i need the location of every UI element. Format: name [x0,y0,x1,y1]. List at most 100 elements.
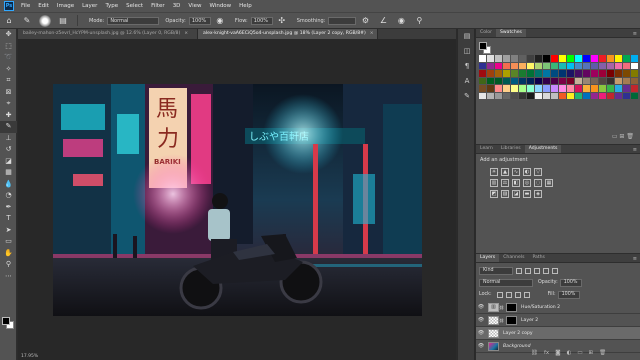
color-swatch[interactable] [559,77,566,84]
layer-kind-filter[interactable]: Kind [479,266,513,275]
color-swatch[interactable] [487,55,494,62]
color-swatch[interactable] [567,92,574,99]
layer-mask-thumbnail[interactable] [506,302,517,312]
mode-select[interactable]: Normal [107,16,160,25]
color-swatch[interactable] [599,70,606,77]
color-swatch[interactable] [503,92,510,99]
color-swatch[interactable] [487,92,494,99]
posterize-icon[interactable]: ▨ [501,190,509,198]
visibility-eye-icon[interactable]: 👁 [476,330,486,336]
airbrush-icon[interactable]: ✣ [277,16,287,26]
smart-object-filter-icon[interactable] [552,267,558,274]
color-swatch[interactable] [527,85,534,92]
color-swatch[interactable] [479,70,486,77]
angle-icon[interactable]: ∠ [378,16,388,26]
lock-pixels-icon[interactable] [505,291,512,298]
layer-row-layer-2-copy[interactable]: 👁 Layer 2 copy [476,327,640,340]
menu-file[interactable]: File [17,3,34,9]
color-swatch[interactable] [583,55,590,62]
tab-paths[interactable]: Paths [528,254,549,262]
trash-icon[interactable]: 🗑 [626,133,634,140]
color-swatch[interactable] [615,55,622,62]
color-swatch[interactable] [503,85,510,92]
color-swatch[interactable] [479,55,486,62]
menu-layer[interactable]: Layer [78,3,101,9]
foreground-swatch[interactable] [479,42,487,50]
gradient-tool-icon[interactable]: ▦ [0,167,17,179]
color-swatch[interactable] [519,62,526,69]
character-icon[interactable]: A [458,74,476,89]
color-swatch[interactable] [495,62,502,69]
hue-saturation-icon[interactable]: ▥ [490,179,498,187]
pressure-size-icon[interactable]: ◉ [396,16,406,26]
brush-preset-picker[interactable] [39,14,51,27]
color-swatch[interactable] [583,85,590,92]
color-swatch[interactable] [567,62,574,69]
color-swatch[interactable] [591,70,598,77]
menu-type[interactable]: Type [101,3,122,9]
menu-image[interactable]: Image [53,3,78,9]
color-swatch[interactable] [543,85,550,92]
visibility-eye-icon[interactable]: 👁 [476,343,486,349]
document-image[interactable]: 馬 力 BARIKI しぶや百軒店 [53,84,422,316]
color-swatch[interactable] [583,77,590,84]
color-swatch[interactable] [519,85,526,92]
tab-learn[interactable]: Learn [476,145,497,153]
color-swatch[interactable] [631,85,638,92]
quick-select-tool-icon[interactable]: ✧ [0,64,17,76]
color-swatch[interactable] [599,85,606,92]
color-swatch[interactable] [551,70,558,77]
color-swatch[interactable] [527,92,534,99]
close-icon[interactable]: × [370,31,374,36]
home-icon[interactable]: ⌂ [4,16,14,26]
color-swatch[interactable] [591,62,598,69]
lock-position-icon[interactable] [514,291,521,298]
brush-settings-icon[interactable]: ▤ [58,16,68,26]
menu-window[interactable]: Window [205,3,235,9]
color-swatch[interactable] [543,77,550,84]
color-swatch[interactable] [535,55,542,62]
color-swatch[interactable] [495,85,502,92]
color-swatch[interactable] [607,70,614,77]
frame-tool-icon[interactable]: ⊠ [0,87,17,99]
color-balance-icon[interactable]: ⚖ [501,179,509,187]
color-swatch[interactable] [559,85,566,92]
menu-3d[interactable]: 3D [169,3,185,9]
color-swatch[interactable] [495,92,502,99]
clone-stamp-tool-icon[interactable]: ⊥ [0,133,17,145]
color-swatch[interactable] [503,62,510,69]
color-swatch[interactable] [607,77,614,84]
flow-field[interactable]: 100% [250,16,273,25]
link-layers-icon[interactable]: ⛓ [531,350,538,356]
move-tool-icon[interactable]: ✥ [0,29,17,41]
brush-settings-icon[interactable]: ✎ [458,89,476,104]
color-swatch[interactable] [535,77,542,84]
marquee-tool-icon[interactable]: ⬚ [0,41,17,53]
color-swatch[interactable] [623,92,630,99]
curves-icon[interactable]: ∿ [512,168,520,176]
selective-color-icon[interactable]: ◈ [534,190,542,198]
color-swatch[interactable] [503,77,510,84]
color-swatch[interactable] [487,62,494,69]
zoom-level[interactable]: 17.95% [21,354,38,359]
color-swatch[interactable] [631,70,638,77]
smoothing-settings-icon[interactable]: ⚙ [360,16,370,26]
threshold-icon[interactable]: ◪ [512,190,520,198]
lasso-tool-icon[interactable]: ➰ [0,52,17,64]
exposure-icon[interactable]: ◐ [523,168,531,176]
hand-tool-icon[interactable]: ✋ [0,248,17,260]
type-filter-icon[interactable] [534,267,540,274]
paragraph-icon[interactable]: ¶ [458,59,476,74]
color-lookup-icon[interactable]: ▦ [545,179,553,187]
layer-style-icon[interactable]: fx [544,350,549,356]
brush-tool-icon[interactable]: ✎ [0,121,17,133]
color-swatch[interactable] [479,85,486,92]
color-swatch[interactable] [559,92,566,99]
color-swatch[interactable] [511,55,518,62]
history-brush-tool-icon[interactable]: ↺ [0,144,17,156]
color-swatch[interactable] [615,70,622,77]
shape-filter-icon[interactable] [543,267,549,274]
color-swatch[interactable] [567,77,574,84]
fill-field[interactable]: 100% [557,290,580,299]
history-icon[interactable]: ▤ [458,29,476,44]
